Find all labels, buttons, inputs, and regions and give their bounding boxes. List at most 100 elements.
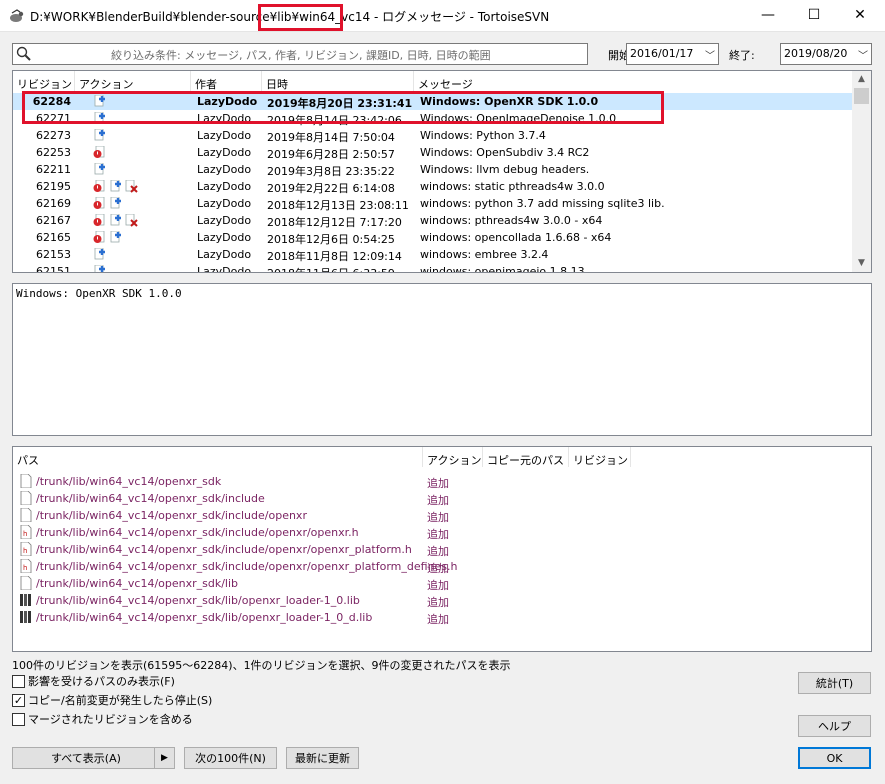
delete-action-icon	[125, 180, 138, 193]
revision-number: 62273	[36, 129, 71, 142]
file-icon	[20, 491, 32, 505]
message: windows: python 3.7 add missing sqlite3 …	[420, 197, 665, 210]
path-action: 追加	[427, 579, 449, 592]
path-row[interactable]: /trunk/lib/win64_vc14/openxr_sdk/lib/ope…	[13, 609, 853, 626]
date: 2018年11月6日 6:33:59	[267, 265, 415, 272]
title-highlight-box	[258, 4, 343, 31]
maximize-button[interactable]: ☐	[791, 0, 837, 30]
show-all-button[interactable]: すべて表示(A) ▶	[12, 747, 175, 769]
path-row[interactable]: h/trunk/lib/win64_vc14/openxr_sdk/includ…	[13, 524, 853, 541]
revision-row[interactable]: 62195 LazyDodo 2019年2月22日 6:14:08 windows: …	[13, 178, 853, 195]
column-header-date[interactable]: 日時	[262, 71, 414, 91]
checkbox[interactable]: ✓	[12, 693, 25, 707]
svg-text:h: h	[23, 530, 27, 538]
file-icon	[20, 508, 32, 522]
column-header-path-revision[interactable]: リビジョン	[569, 447, 631, 467]
column-header-action[interactable]: アクション	[75, 71, 191, 91]
filter-input[interactable]: 絞り込み条件: メッセージ, パス, 作者, リビジョン, 課題ID, 日時, …	[12, 43, 588, 65]
date: 2018年11月8日 12:09:14	[267, 250, 402, 263]
column-header-path-action[interactable]: アクション	[423, 447, 483, 467]
show-all-label: すべて表示(A)	[51, 752, 121, 765]
scroll-up-arrow-icon[interactable]: ▲	[852, 71, 871, 88]
revision-row[interactable]: 62153 LazyDodo 2018年11月8日 12:09:14 windows:…	[13, 246, 853, 263]
start-date-picker[interactable]: 2016/01/17 ﹀	[626, 43, 719, 65]
modify-action-icon	[93, 197, 105, 209]
date: 2019年2月22日 6:14:08	[267, 182, 395, 195]
path-row[interactable]: h/trunk/lib/win64_vc14/openxr_sdk/includ…	[13, 558, 853, 575]
minimize-button[interactable]: —	[745, 0, 791, 30]
add-action-icon	[110, 197, 121, 209]
ok-button[interactable]: OK	[798, 747, 871, 769]
path-row[interactable]: h/trunk/lib/win64_vc14/openxr_sdk/includ…	[13, 541, 853, 558]
revision-row[interactable]: 62211 LazyDodo 2019年3月8日 23:35:22 Windows: …	[13, 161, 853, 178]
message: Windows: llvm debug headers.	[420, 163, 590, 176]
author: LazyDodo	[197, 146, 252, 159]
add-action-icon	[94, 129, 105, 141]
revision-row[interactable]: 62151 LazyDodo 2018年11月6日 6:33:59 windows: …	[13, 263, 853, 273]
statistics-button[interactable]: 統計(T)	[798, 672, 871, 694]
column-header-message[interactable]: メッセージ	[414, 71, 854, 91]
revision-number: 62165	[36, 231, 71, 244]
action-icons	[93, 214, 193, 228]
path-text: /trunk/lib/win64_vc14/openxr_sdk/lib	[36, 577, 239, 590]
date: 2018年12月6日 0:54:25	[267, 233, 395, 246]
revision-number: 62253	[36, 146, 71, 159]
revision-row[interactable]: 62167 LazyDodo 2018年12月12日 7:17:20 windows:…	[13, 212, 853, 229]
chevron-down-icon[interactable]: ﹀	[858, 47, 868, 62]
add-action-icon	[110, 231, 121, 243]
checkbox[interactable]	[12, 712, 25, 726]
date: 2019年6月28日 2:50:57	[267, 148, 395, 161]
author: LazyDodo	[197, 197, 252, 210]
close-button[interactable]: ✕	[837, 0, 883, 30]
path-action: 追加	[427, 613, 449, 626]
checkbox[interactable]	[12, 674, 25, 688]
message: Windows: OpenSubdiv 3.4 RC2	[420, 146, 590, 159]
help-button[interactable]: ヘルプ	[798, 715, 871, 737]
revision-row[interactable]: 62165 LazyDodo 2018年12月6日 0:54:25 windows: …	[13, 229, 853, 246]
scroll-down-arrow-icon[interactable]: ▼	[852, 255, 871, 272]
column-header-author[interactable]: 作者	[191, 71, 262, 91]
path-row[interactable]: /trunk/lib/win64_vc14/openxr_sdk/lib 追加	[13, 575, 853, 592]
date: 2018年12月12日 7:17:20	[267, 216, 402, 229]
path-text: /trunk/lib/win64_vc14/openxr_sdk/include	[36, 492, 265, 505]
path-text: /trunk/lib/win64_vc14/openxr_sdk/include…	[36, 509, 307, 522]
path-text: /trunk/lib/win64_vc14/openxr_sdk/include…	[36, 560, 458, 573]
next-100-button[interactable]: 次の100件(N)	[184, 747, 277, 769]
revision-row[interactable]: 62273 LazyDodo 2019年8月14日 7:50:04 Windows: …	[13, 127, 853, 144]
modify-action-icon	[93, 146, 105, 158]
end-date-picker[interactable]: 2019/08/20 ﹀	[780, 43, 872, 65]
path-row[interactable]: /trunk/lib/win64_vc14/openxr_sdk/lib/ope…	[13, 592, 853, 609]
message: windows: embree 3.2.4	[420, 248, 549, 261]
add-action-icon	[94, 265, 105, 272]
path-action: 追加	[427, 477, 449, 490]
checkbox-label: コピー/名前変更が発生したら停止(S)	[28, 694, 213, 707]
message: windows: opencollada 1.6.68 - x64	[420, 231, 612, 244]
refresh-button[interactable]: 最新に更新	[286, 747, 359, 769]
author: LazyDodo	[197, 129, 252, 142]
scroll-thumb[interactable]	[854, 88, 869, 104]
revision-row[interactable]: 62253 LazyDodo 2019年6月28日 2:50:57 Windows: …	[13, 144, 853, 161]
action-icons	[93, 197, 193, 211]
dropdown-arrow-icon[interactable]: ▶	[154, 748, 174, 768]
option-stop-on-copy[interactable]: ✓ コピー/名前変更が発生したら停止(S)	[12, 692, 212, 708]
path-row[interactable]: /trunk/lib/win64_vc14/openxr_sdk/include…	[13, 490, 853, 507]
file-icon	[20, 576, 32, 590]
log-message-box[interactable]: Windows: OpenXR SDK 1.0.0	[12, 283, 872, 436]
changed-paths-list[interactable]: パス アクション コピー元のパス リビジョン /trunk/lib/win64_…	[12, 446, 872, 652]
author: LazyDodo	[197, 163, 252, 176]
path-row[interactable]: /trunk/lib/win64_vc14/openxr_sdk 追加	[13, 473, 853, 490]
search-icon[interactable]	[15, 46, 33, 62]
path-row[interactable]: /trunk/lib/win64_vc14/openxr_sdk/include…	[13, 507, 853, 524]
revision-number: 62151	[36, 265, 71, 273]
action-icons	[93, 129, 193, 143]
column-header-copy-from[interactable]: コピー元のパス	[483, 447, 569, 467]
option-include-merged[interactable]: マージされたリビジョンを含める	[12, 711, 193, 727]
column-header-revision[interactable]: リビジョン	[13, 71, 75, 91]
chevron-down-icon[interactable]: ﹀	[705, 47, 715, 62]
path-action: 追加	[427, 545, 449, 558]
header-file-icon: h	[20, 525, 32, 539]
revision-list-scrollbar[interactable]: ▲ ▼	[852, 71, 871, 272]
option-affected-paths-only[interactable]: 影響を受けるパスのみ表示(F)	[12, 673, 175, 689]
column-header-path[interactable]: パス	[13, 447, 423, 467]
revision-row[interactable]: 62169 LazyDodo 2018年12月13日 23:08:11 windows…	[13, 195, 853, 212]
